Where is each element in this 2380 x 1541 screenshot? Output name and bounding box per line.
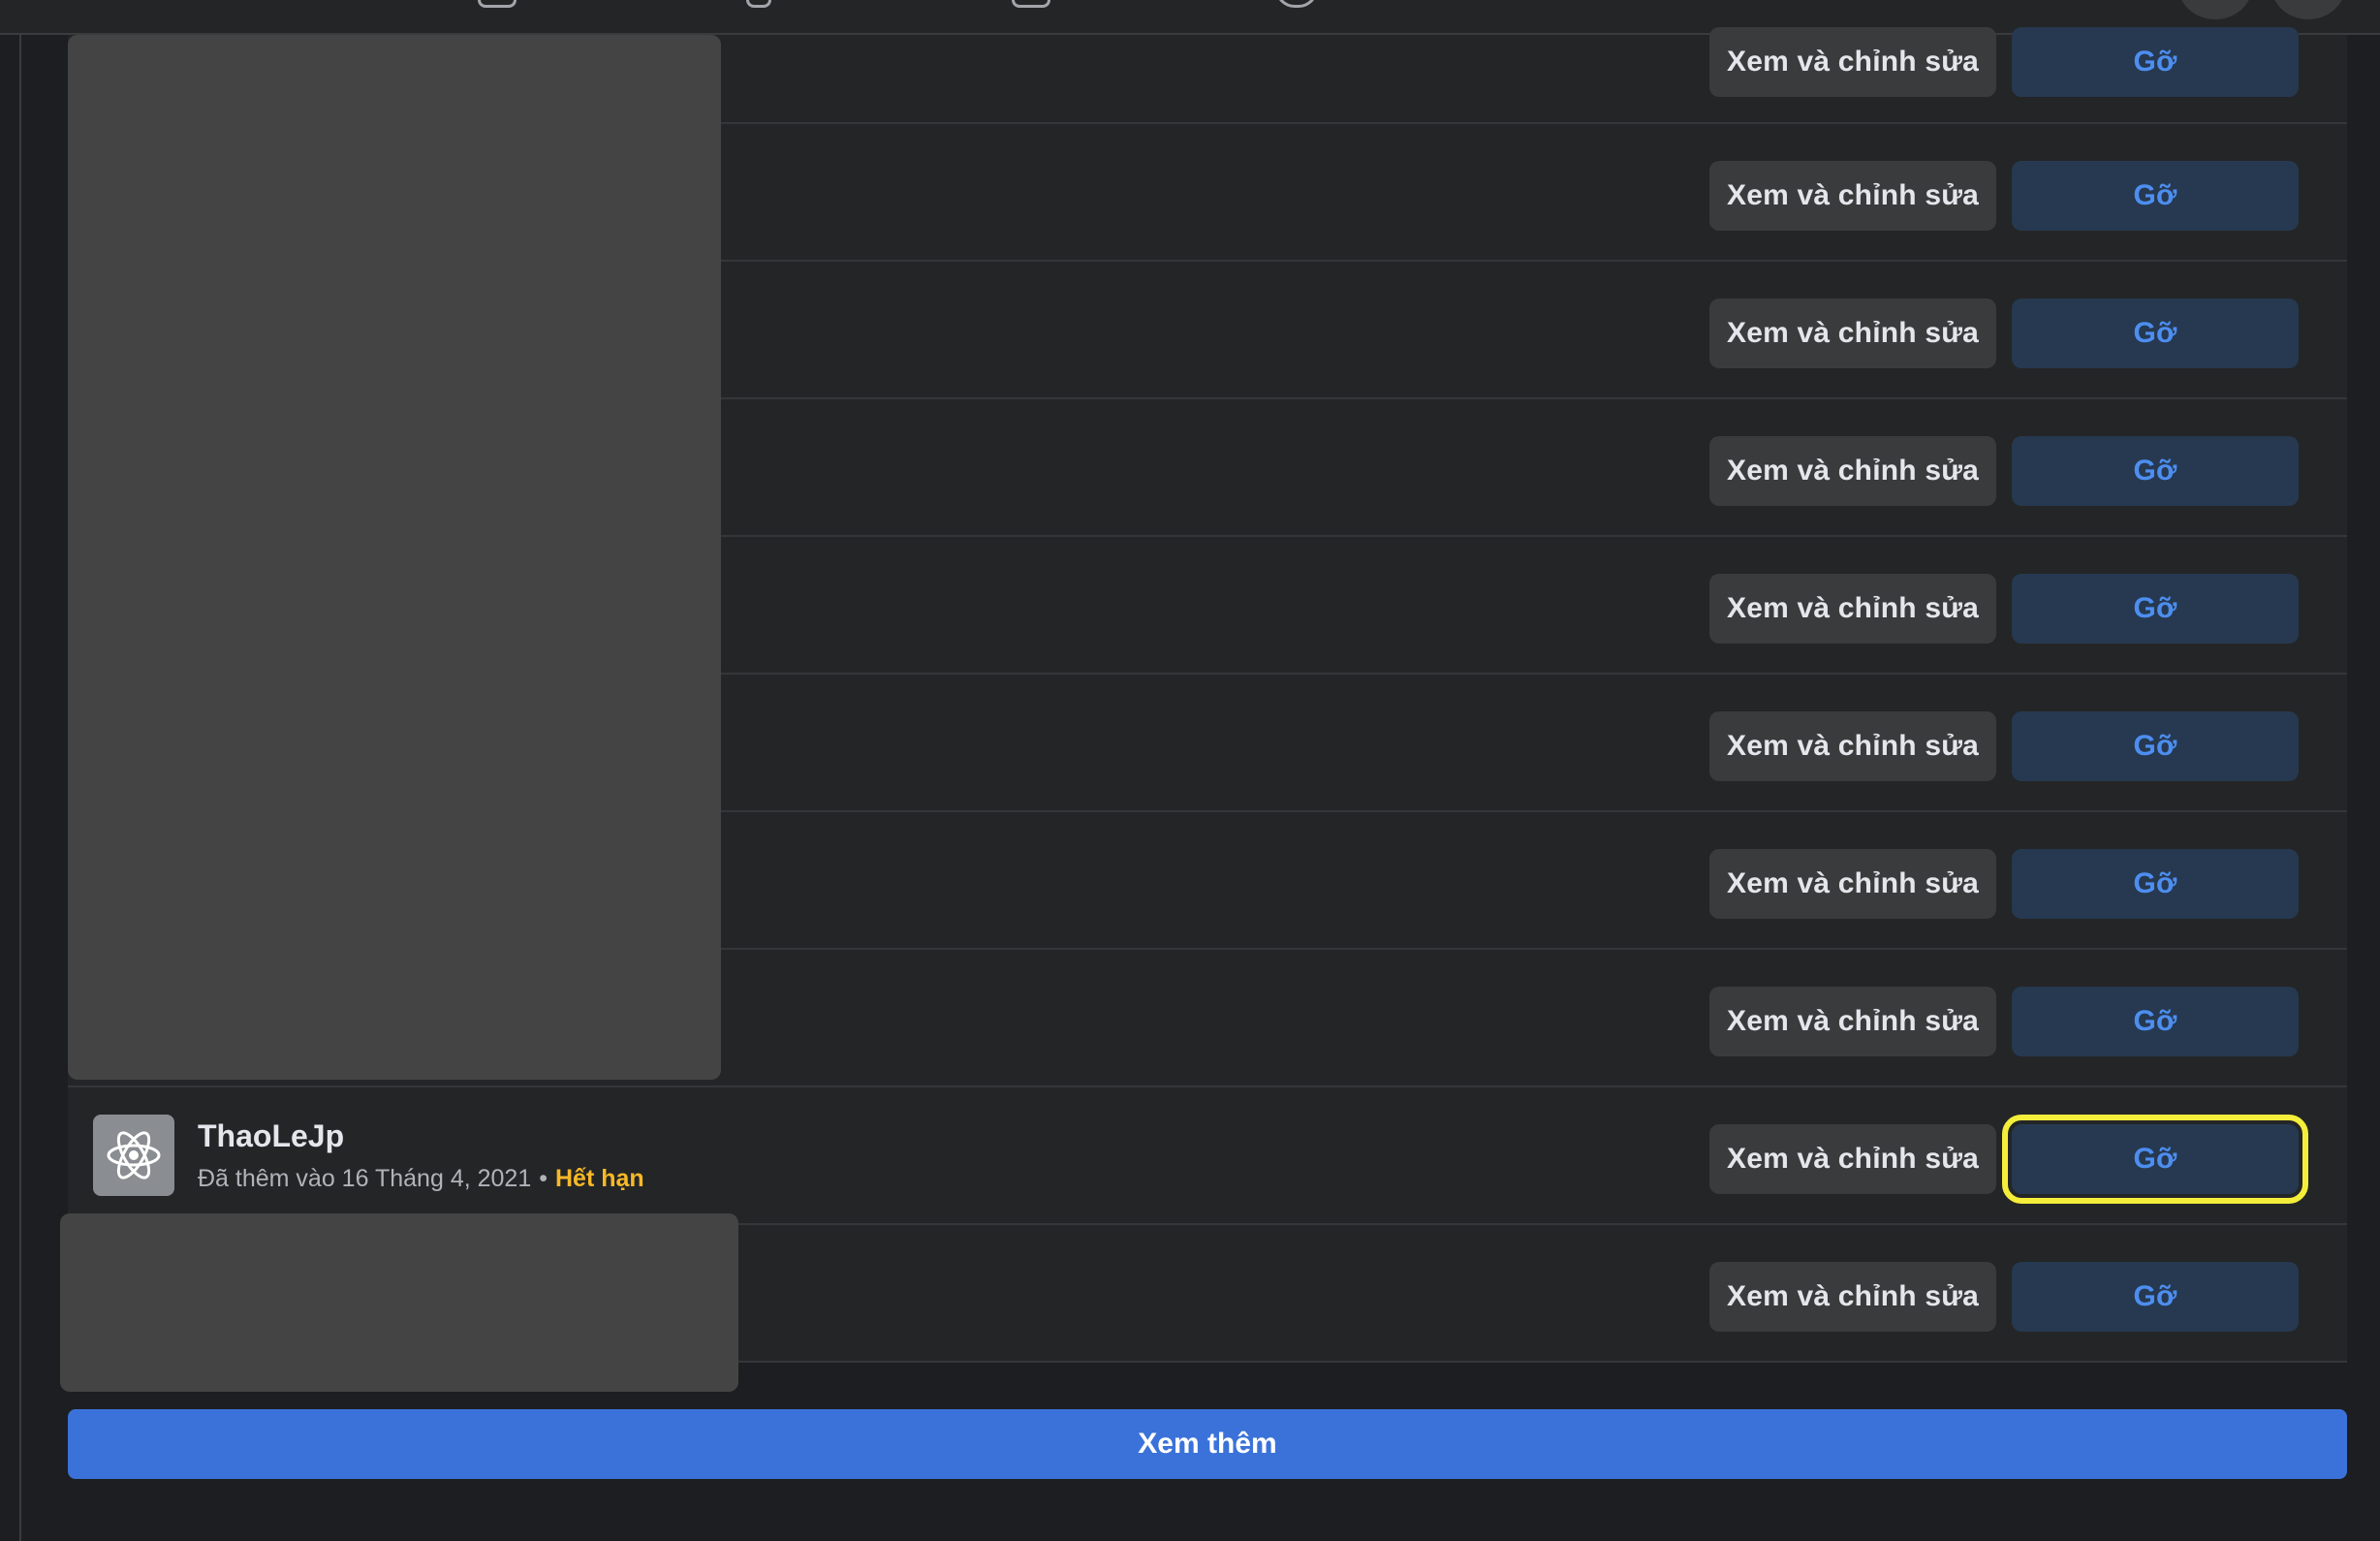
view-edit-button[interactable]: Xem và chỉnh sửa [1709,849,1996,919]
remove-button[interactable]: Gỡ [2012,574,2299,644]
remove-button[interactable]: Gỡ [2012,711,2299,781]
view-edit-button[interactable]: Xem và chỉnh sửa [1709,711,1996,781]
view-edit-button[interactable]: Xem và chỉnh sửa [1709,1124,1996,1194]
remove-button[interactable]: Gỡ [2012,987,2299,1056]
meta-separator: • [539,1165,548,1192]
atom-icon [93,1115,174,1196]
view-edit-button[interactable]: Xem và chỉnh sửa [1709,27,1996,97]
view-edit-button[interactable]: Xem và chỉnh sửa [1709,299,1996,368]
remove-button[interactable]: Gỡ [2012,849,2299,919]
redacted-area [68,35,721,1080]
groups-icon[interactable] [1275,0,1318,8]
app-meta: Đã thêm vào 16 Tháng 4, 2021 • Hết hạn [198,1165,644,1193]
remove-button[interactable]: Gỡ [2012,436,2299,506]
view-edit-button[interactable]: Xem và chỉnh sửa [1709,436,1996,506]
marketplace-icon[interactable] [1012,0,1050,8]
view-edit-button[interactable]: Xem và chỉnh sửa [1709,574,1996,644]
remove-button[interactable]: Gỡ [2012,299,2299,368]
page-left-border [19,35,21,1541]
remove-button[interactable]: Gỡ [2012,161,2299,231]
added-date: Đã thêm vào 16 Tháng 4, 2021 [198,1165,532,1192]
profile-avatar[interactable] [2271,0,2345,19]
remove-button-highlighted[interactable]: Gỡ [2002,1115,2308,1204]
view-edit-button[interactable]: Xem và chỉnh sửa [1709,161,1996,231]
watch-icon[interactable] [746,0,771,8]
redacted-area [60,1213,738,1392]
view-edit-button[interactable]: Xem và chỉnh sửa [1709,1262,1996,1332]
friends-icon[interactable] [478,0,517,8]
menu-icon[interactable] [2178,0,2252,19]
remove-button[interactable]: Gỡ [2012,27,2299,97]
view-edit-button[interactable]: Xem và chỉnh sửa [1709,987,1996,1056]
remove-button[interactable]: Gỡ [2012,1262,2299,1332]
app-row-thaolejp: ThaoLeJp Đã thêm vào 16 Tháng 4, 2021 • Hế… [68,1087,2347,1225]
app-name[interactable]: ThaoLeJp [198,1118,344,1154]
see-more-button[interactable]: Xem thêm [68,1409,2347,1479]
status-badge: Hết hạn [555,1165,644,1192]
